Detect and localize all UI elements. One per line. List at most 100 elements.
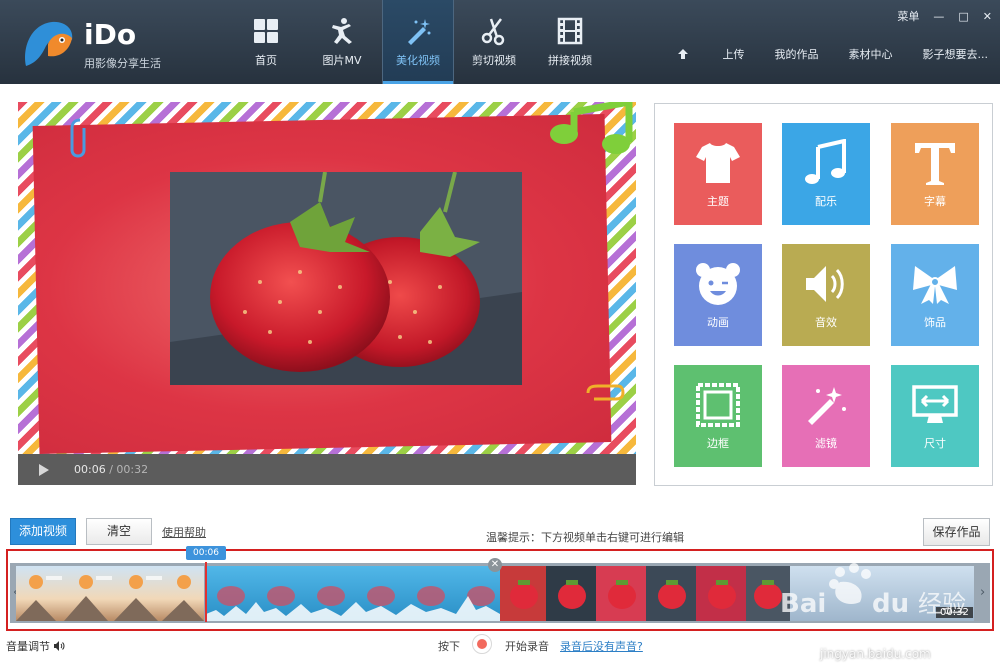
baidu-watermark-icon: Bai du 经验 — [780, 563, 966, 619]
effect-sound-label: 音效 — [815, 316, 837, 329]
tip-text: 温馨提示：下方视频单击右键可进行编辑 — [486, 531, 684, 544]
effects-panel: 主题 配乐 字幕 动画 音效 饰品 边框 滤镜 尺寸 — [654, 103, 993, 486]
effect-sound[interactable]: 音效 — [782, 244, 870, 346]
speaker-icon — [54, 641, 65, 651]
magic-wand-icon — [408, 19, 431, 45]
effect-border[interactable]: 边框 — [674, 365, 762, 467]
app-slogan: 用影像分享生活 — [84, 57, 161, 70]
svg-text:经验: 经验 — [918, 590, 966, 618]
tab-cut-video-label: 剪切视频 — [472, 54, 516, 67]
svg-text:du: du — [872, 589, 909, 619]
effect-music[interactable]: 配乐 — [782, 123, 870, 225]
tab-home[interactable]: 首页 — [230, 0, 302, 84]
tab-beautify-video[interactable]: 美化视频 — [382, 0, 454, 84]
close-button[interactable]: ✕ — [983, 10, 992, 23]
save-works-button[interactable]: 保存作品 — [923, 518, 990, 546]
film-icon — [557, 17, 583, 45]
speaker-icon — [806, 266, 844, 302]
tab-join-video[interactable]: 拼接视频 — [534, 0, 606, 84]
effect-theme[interactable]: 主题 — [674, 123, 762, 225]
press-label: 按下 — [438, 640, 460, 653]
grid-icon — [254, 19, 278, 43]
video-preview[interactable]: 00:06 / 00:32 — [18, 102, 636, 485]
add-video-button[interactable]: 添加视频 — [10, 518, 76, 545]
menu-button[interactable]: 菜单 — [897, 8, 919, 24]
minimize-button[interactable]: — — [933, 10, 944, 23]
tshirt-icon — [696, 143, 740, 183]
scissors-icon — [481, 18, 505, 46]
timeline-clip-strawberry[interactable] — [500, 566, 790, 621]
monitor-resize-icon — [912, 385, 958, 423]
music-note-decoration-icon — [550, 102, 633, 154]
strawberry-thumbnails — [500, 566, 790, 621]
my-works-link[interactable]: 我的作品 — [775, 46, 819, 62]
timeline-clip-intro[interactable] — [16, 566, 204, 621]
striped-frame — [18, 102, 636, 454]
upload-link[interactable]: 上传 — [677, 46, 745, 62]
timeline-right-arrow[interactable]: › — [980, 585, 985, 600]
dancer-icon — [332, 18, 352, 44]
ido-logo-icon — [25, 21, 73, 66]
tab-picture-mv[interactable]: 图片MV — [306, 0, 378, 84]
top-links: 上传 我的作品 素材中心 影子想要去... — [647, 46, 989, 62]
user-link[interactable]: 影子想要去... — [923, 46, 989, 62]
timeline-clip-blue[interactable] — [206, 566, 500, 621]
tab-picture-mv-label: 图片MV — [322, 54, 362, 67]
magic-wand-icon — [808, 387, 846, 425]
no-sound-help-link[interactable]: 录音后没有声音? — [560, 638, 643, 654]
window-controls: 菜单 — □ ✕ — [883, 8, 992, 24]
play-icon[interactable] — [38, 463, 50, 476]
playhead-time-label: 00:06 — [186, 546, 226, 560]
start-record-label: 开始录音 — [505, 640, 549, 653]
effect-filter-label: 滤镜 — [815, 437, 837, 450]
time-separator: / — [105, 463, 117, 476]
effect-music-label: 配乐 — [815, 195, 837, 208]
effect-subtitle-label: 字幕 — [924, 195, 946, 208]
upload-arrow-icon — [677, 49, 688, 59]
watermark-url: jingyan.baidu.com — [820, 647, 931, 661]
effect-animation-label: 动画 — [707, 316, 729, 329]
volume-control[interactable]: 音量调节 — [6, 638, 65, 654]
effect-animation[interactable]: 动画 — [674, 244, 762, 346]
bow-icon — [913, 266, 957, 304]
tab-beautify-video-label: 美化视频 — [396, 54, 440, 67]
effect-filter[interactable]: 滤镜 — [782, 365, 870, 467]
maximize-button[interactable]: □ — [958, 10, 968, 23]
main-nav: 首页 图片MV 美化视频 剪切视频 拼接视频 — [230, 0, 610, 84]
music-note-icon — [805, 139, 846, 184]
paperclip-yellow-icon — [586, 384, 625, 401]
timeline-playhead[interactable] — [205, 562, 207, 622]
app-logo-text: iDo — [84, 18, 137, 51]
total-time: 00:32 — [116, 463, 149, 476]
effect-ornament[interactable]: 饰品 — [891, 244, 979, 346]
player-bar: 00:06 / 00:32 — [18, 454, 636, 485]
strawberry-photo — [170, 172, 522, 385]
paperclip-icon — [70, 118, 86, 158]
record-button[interactable] — [472, 634, 492, 654]
tab-home-label: 首页 — [255, 54, 277, 67]
blue-clip-thumbnails — [206, 586, 500, 621]
effect-ornament-label: 饰品 — [924, 316, 946, 329]
effect-size[interactable]: 尺寸 — [891, 365, 979, 467]
effect-theme-label: 主题 — [707, 195, 729, 208]
time-display: 00:06 / 00:32 — [74, 463, 148, 476]
current-time: 00:06 — [74, 463, 106, 476]
intro-thumbnails — [16, 575, 204, 621]
tab-cut-video[interactable]: 剪切视频 — [458, 0, 530, 84]
strawberry-image — [170, 172, 522, 385]
svg-text:Bai: Bai — [780, 589, 826, 619]
clear-button[interactable]: 清空 — [86, 518, 152, 545]
effect-size-label: 尺寸 — [924, 437, 946, 450]
material-center-link[interactable]: 素材中心 — [849, 46, 893, 62]
bear-face-icon — [696, 263, 740, 305]
tab-join-video-label: 拼接视频 — [548, 54, 592, 67]
text-T-icon — [915, 143, 955, 185]
upload-label: 上传 — [722, 48, 745, 61]
volume-label: 音量调节 — [6, 640, 50, 653]
clip-remove-icon[interactable]: ✕ — [488, 558, 502, 572]
help-link[interactable]: 使用帮助 — [162, 524, 206, 540]
effect-border-label: 边框 — [707, 437, 729, 450]
effect-subtitle[interactable]: 字幕 — [891, 123, 979, 225]
title-bar: iDo 用影像分享生活 首页 图片MV 美化视频 剪切视频 拼接视频 菜单 — … — [0, 0, 1000, 84]
frame-icon — [696, 383, 740, 427]
